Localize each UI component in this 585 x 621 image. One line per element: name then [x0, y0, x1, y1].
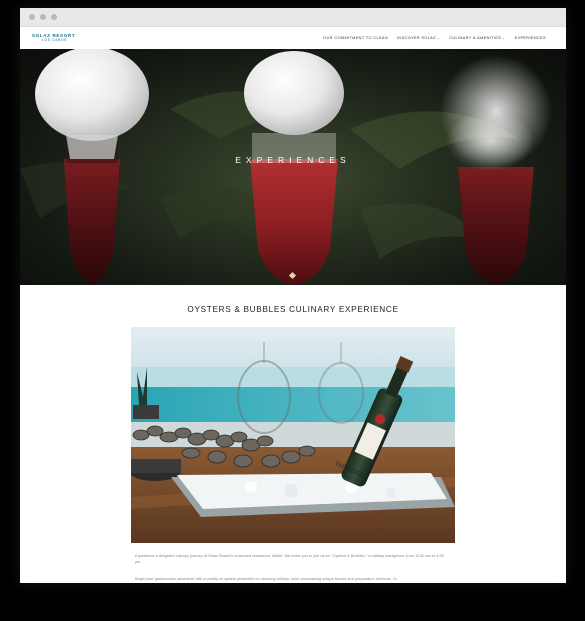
logo-subtitle: LOS CABOS	[42, 38, 67, 43]
article-title: OYSTERS & BUBBLES CULINARY EXPERIENCE	[187, 305, 399, 314]
menu-item-commitment-to-clean[interactable]: OUR COMMITMENT TO CLEAN	[323, 36, 388, 40]
menu-item-label: EXPERIENCES	[514, 36, 546, 40]
hero-image	[20, 49, 552, 285]
browser-window: SOLAZ RESORT LOS CABOS OUR COMMITMENT TO…	[20, 8, 566, 583]
chevron-down-icon: ⌄	[436, 36, 441, 40]
hero-title: EXPERIENCES	[235, 155, 351, 165]
site-header: SOLAZ RESORT LOS CABOS OUR COMMITMENT TO…	[20, 27, 566, 49]
menu-item-culinary-amenities[interactable]: CULINARY & AMENITIES ⌄	[449, 36, 505, 40]
site-logo[interactable]: SOLAZ RESORT LOS CABOS	[32, 33, 75, 43]
menu-item-experiences[interactable]: EXPERIENCES	[515, 36, 546, 40]
article: OYSTERS & BUBBLES CULINARY EXPERIENCE TA…	[20, 285, 566, 583]
window-dot-minimize[interactable]	[40, 14, 46, 20]
article-paragraph-1: Experience a delightful culinary journey…	[135, 552, 444, 564]
main-menu: OUR COMMITMENT TO CLEAN DISCOVER SOLAZ ⌄…	[323, 36, 546, 40]
browser-chrome	[20, 8, 566, 27]
menu-item-label: OUR COMMITMENT TO CLEAN	[323, 36, 388, 40]
window-dot-maximize[interactable]	[51, 14, 57, 20]
window-dot-close[interactable]	[29, 14, 35, 20]
menu-item-label: CULINARY & AMENITIES	[449, 36, 502, 40]
menu-item-discover-solaz[interactable]: DISCOVER SOLAZ ⌄	[397, 36, 440, 40]
oysters-champagne-photo: TAITTINGER	[131, 327, 455, 543]
menu-item-label: DISCOVER SOLAZ	[396, 36, 436, 40]
hero-banner: EXPERIENCES	[20, 49, 566, 285]
chevron-down-icon: ⌄	[502, 36, 506, 40]
article-paragraph-2: Begin your gastronomic adventure with a …	[135, 575, 397, 581]
